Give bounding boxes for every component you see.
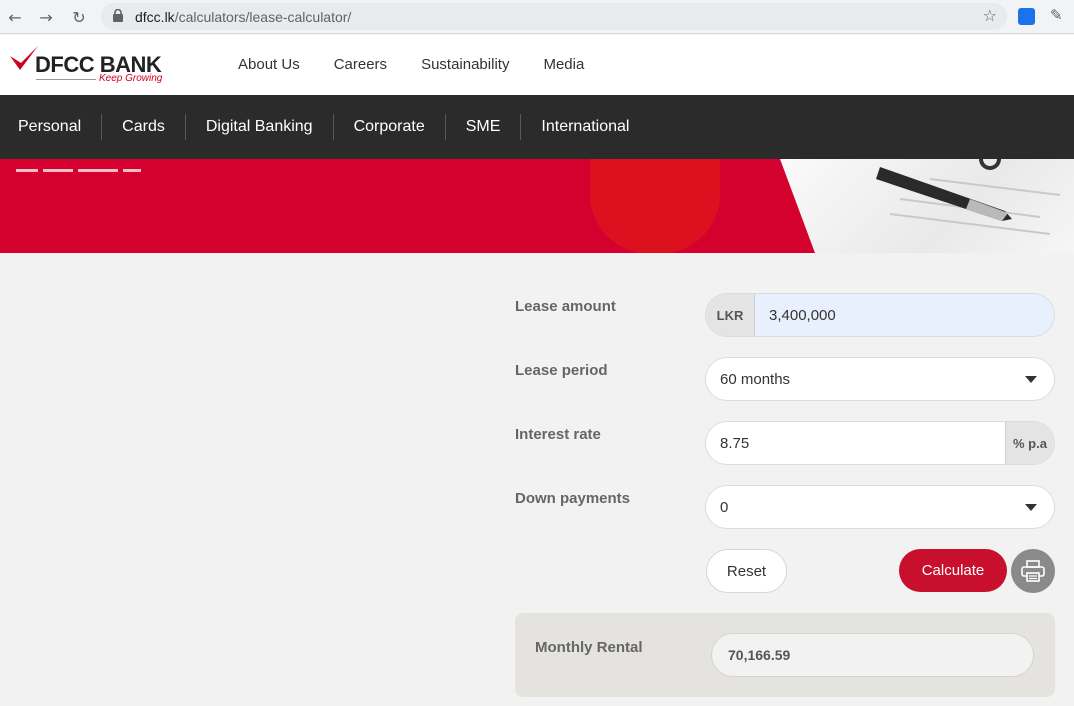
print-button[interactable] <box>1011 549 1055 593</box>
nav-divider <box>520 114 522 140</box>
hero-shape <box>590 159 720 253</box>
nav-corporate[interactable]: Corporate <box>354 118 425 136</box>
nav-digital-banking[interactable]: Digital Banking <box>206 118 313 136</box>
extension-icon[interactable] <box>1018 8 1035 25</box>
lease-amount-label: Lease amount <box>515 298 616 315</box>
monthly-rental-label: Monthly Rental <box>535 639 643 656</box>
address-bar[interactable]: dfcc.lk/calculators/lease-calculator/ ☆ <box>101 3 1007 30</box>
back-arrow-icon[interactable]: ← <box>4 6 26 28</box>
bookmark-star-icon[interactable]: ☆ <box>983 6 997 25</box>
hero-text-fragment <box>16 159 186 172</box>
top-link-careers[interactable]: Careers <box>334 56 387 73</box>
down-payments-value: 0 <box>720 498 729 516</box>
currency-prefix: LKR <box>706 294 755 336</box>
top-link-media[interactable]: Media <box>543 56 584 73</box>
lease-amount-input[interactable]: 3,400,000 <box>755 307 1054 324</box>
interest-rate-input[interactable]: 8.75 <box>706 435 1005 452</box>
eyedropper-icon[interactable]: ✎ <box>1050 6 1068 26</box>
reset-button[interactable]: Reset <box>706 549 787 593</box>
interest-rate-field[interactable]: 8.75 % p.a <box>705 421 1055 465</box>
monthly-rental-value: 70,166.59 <box>711 633 1034 677</box>
reload-icon[interactable]: ↻ <box>68 6 90 28</box>
site-header: DFCC BANK Keep Growing About Us Careers … <box>0 35 1074 95</box>
dfcc-logo[interactable]: DFCC BANK Keep Growing <box>8 44 168 88</box>
nav-cards[interactable]: Cards <box>122 118 165 136</box>
top-link-about-us[interactable]: About Us <box>238 56 300 73</box>
interest-rate-label: Interest rate <box>515 426 601 443</box>
chevron-down-icon <box>1025 503 1037 511</box>
logo-tagline: Keep Growing <box>99 73 163 84</box>
top-links: About Us Careers Sustainability Media <box>238 56 584 73</box>
nav-divider <box>444 114 446 140</box>
down-payments-select[interactable]: 0 <box>705 485 1055 529</box>
lease-period-label: Lease period <box>515 362 608 379</box>
top-link-sustainability[interactable]: Sustainability <box>421 56 509 73</box>
nav-sme[interactable]: SME <box>466 118 501 136</box>
lock-icon <box>113 9 123 22</box>
nav-international[interactable]: International <box>541 118 629 136</box>
lease-amount-field[interactable]: LKR 3,400,000 <box>705 293 1055 337</box>
main-navigation: Personal Cards Digital Banking Corporate… <box>0 95 1074 159</box>
hero-banner <box>0 159 1074 253</box>
result-panel: Monthly Rental 70,166.59 <box>515 613 1055 697</box>
nav-divider <box>101 114 103 140</box>
nav-divider <box>184 114 186 140</box>
chevron-down-icon <box>1025 375 1037 383</box>
calculate-button[interactable]: Calculate <box>899 549 1007 592</box>
hero-image <box>780 159 1074 253</box>
lease-period-select[interactable]: 60 months <box>705 357 1055 401</box>
url-text: dfcc.lk/calculators/lease-calculator/ <box>135 9 352 25</box>
lease-period-value: 60 months <box>720 370 791 388</box>
browser-toolbar: ← → ↻ dfcc.lk/calculators/lease-calculat… <box>0 0 1074 34</box>
printer-icon <box>1021 560 1045 582</box>
forward-arrow-icon[interactable]: → <box>35 6 57 28</box>
nav-personal[interactable]: Personal <box>18 118 81 136</box>
nav-divider <box>332 114 334 140</box>
down-payments-label: Down payments <box>515 490 631 507</box>
logo-divider <box>36 79 96 80</box>
rate-suffix: % p.a <box>1005 422 1054 464</box>
pen-image <box>876 159 1061 235</box>
